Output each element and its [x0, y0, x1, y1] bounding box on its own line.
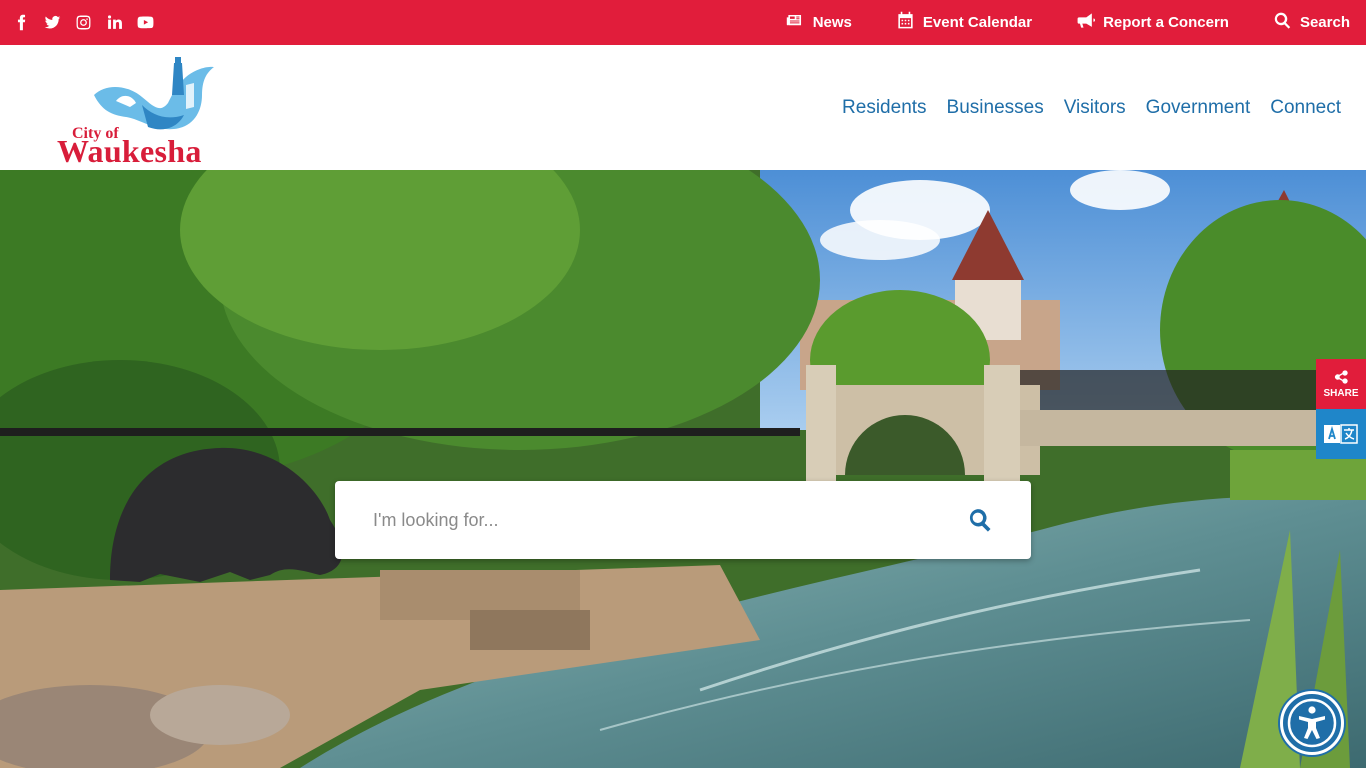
- site-header: City of Waukesha Residents Businesses Vi…: [0, 45, 1366, 170]
- hero-section: SHARE: [0, 170, 1366, 768]
- newspaper-icon: [786, 11, 805, 34]
- linkedin-icon[interactable]: [106, 14, 123, 31]
- report-concern-label: Report a Concern: [1103, 14, 1229, 31]
- news-link[interactable]: News: [786, 11, 852, 34]
- search-icon: [1273, 11, 1292, 34]
- social-links: [13, 0, 154, 45]
- nav-visitors[interactable]: Visitors: [1064, 97, 1126, 119]
- translate-button[interactable]: [1316, 409, 1366, 459]
- news-label: News: [812, 14, 852, 31]
- event-calendar-label: Event Calendar: [922, 14, 1033, 31]
- nav-businesses[interactable]: Businesses: [947, 97, 1044, 119]
- hero-search-button[interactable]: [967, 507, 993, 533]
- calendar-icon: [896, 11, 915, 34]
- nav-residents[interactable]: Residents: [842, 97, 927, 119]
- nav-connect[interactable]: Connect: [1270, 97, 1341, 119]
- accessibility-button[interactable]: [1280, 691, 1344, 755]
- share-label: SHARE: [1323, 388, 1359, 399]
- share-icon: [1334, 370, 1348, 384]
- main-navigation: Residents Businesses Visitors Government…: [842, 45, 1341, 170]
- instagram-icon[interactable]: [75, 14, 92, 31]
- top-utility-bar: News Event Calendar Report a Concern Sea…: [0, 0, 1366, 45]
- hero-background-image: [0, 170, 1366, 768]
- utility-links: News Event Calendar Report a Concern Sea…: [786, 0, 1350, 45]
- share-button[interactable]: SHARE: [1316, 359, 1366, 409]
- event-calendar-link[interactable]: Event Calendar: [896, 11, 1032, 34]
- report-concern-link[interactable]: Report a Concern: [1076, 11, 1229, 34]
- hero-search-box: [335, 481, 1031, 559]
- search-icon: [969, 509, 991, 532]
- search-label: Search: [1299, 14, 1350, 31]
- accessibility-icon: [1287, 698, 1337, 748]
- logo-waukesha-text: Waukesha: [57, 133, 202, 169]
- hero-search-input[interactable]: [373, 503, 933, 537]
- city-logo[interactable]: City of Waukesha: [56, 55, 226, 169]
- youtube-icon[interactable]: [137, 14, 154, 31]
- translate-icon: [1324, 424, 1358, 444]
- megaphone-icon: [1076, 11, 1096, 34]
- twitter-icon[interactable]: [44, 14, 61, 31]
- search-link[interactable]: Search: [1273, 11, 1350, 34]
- facebook-icon[interactable]: [13, 14, 30, 31]
- nav-government[interactable]: Government: [1146, 97, 1251, 119]
